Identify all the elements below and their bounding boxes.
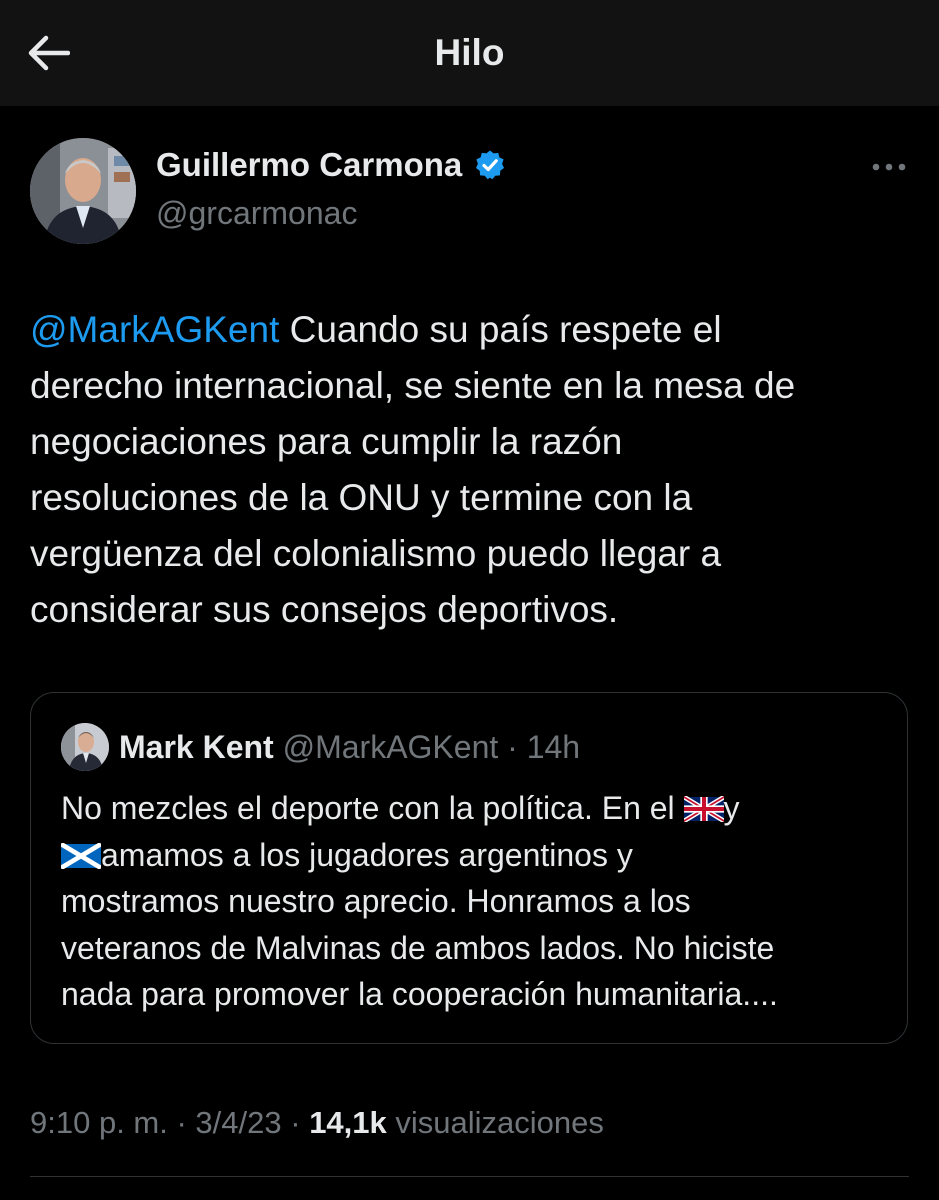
author-name-text[interactable]: Guillermo Carmona — [156, 146, 462, 184]
tweet-line: vergüenza del colonialismo puedo llegar … — [30, 533, 722, 574]
meta-separator: · — [167, 1105, 196, 1140]
quoted-line: mostramos nuestro aprecio. Honramos a lo… — [61, 883, 691, 919]
tweet-meta: 9:10 p. m. · 3/4/23 · 14,1k visualizacio… — [30, 1105, 604, 1141]
quoted-author-avatar — [61, 723, 109, 771]
tweet-line: resoluciones de la ONU y termine con la — [30, 477, 693, 518]
quoted-line-text: amamos a los jugadores argentinos y — [101, 836, 633, 873]
quoted-time: 14h — [526, 729, 581, 765]
quoted-author-handle: @MarkAGKent — [282, 729, 499, 765]
quoted-line-text: No mezcles el deporte con la política. E… — [61, 790, 684, 826]
divider — [30, 1176, 909, 1177]
quoted-author-name: Mark Kent — [119, 729, 274, 765]
author-handle[interactable]: @grcarmonac — [156, 195, 357, 232]
tweet-line: negociaciones para cumplir la razón — [30, 421, 623, 462]
quoted-header: Mark Kent @MarkAGKent · 14h — [119, 729, 580, 766]
quoted-line: amamos a los jugadores argentinos y — [61, 832, 881, 879]
tweet-line: derecho internacional, se siente en la m… — [30, 365, 796, 406]
tweet-line: considerar sus consejos deportivos. — [30, 589, 619, 630]
views-label: visualizaciones — [395, 1105, 604, 1140]
meta-separator: · — [281, 1105, 310, 1140]
more-options-button[interactable] — [866, 152, 912, 182]
tweet-line: @MarkAGKent Cuando su país respete el — [30, 302, 910, 358]
quoted-text: No mezcles el deporte con la política. E… — [61, 785, 881, 1018]
quoted-line: veteranos de Malvinas de ambos lados. No… — [61, 929, 775, 966]
quoted-line: No mezcles el deporte con la política. E… — [61, 785, 881, 832]
verified-badge-icon — [474, 149, 506, 181]
author-name[interactable]: Guillermo Carmona — [156, 146, 506, 184]
uk-flag-icon — [683, 796, 724, 822]
quoted-line: nada para promover la cooperación humani… — [61, 976, 778, 1012]
page-title: Hilo — [434, 32, 505, 73]
tweet-time[interactable]: 9:10 p. m. — [30, 1105, 168, 1140]
views-count: 14,1k — [309, 1105, 387, 1140]
scotland-flag-icon — [61, 842, 101, 869]
more-horizontal-icon — [872, 163, 906, 171]
top-bar: Hilo — [0, 0, 939, 106]
quoted-tweet-card[interactable]: Mark Kent @MarkAGKent · 14h No mezcles e… — [30, 692, 908, 1044]
tweet-line-text: Cuando su país respete el — [279, 309, 722, 350]
quoted-separator: · — [507, 729, 527, 765]
mention-link[interactable]: @MarkAGKent — [30, 309, 279, 350]
author-avatar[interactable] — [30, 138, 136, 244]
tweet-date[interactable]: 3/4/23 — [195, 1105, 281, 1140]
quoted-line-text: y — [723, 790, 740, 826]
tweet-text: @MarkAGKent Cuando su país respete el de… — [30, 302, 910, 638]
